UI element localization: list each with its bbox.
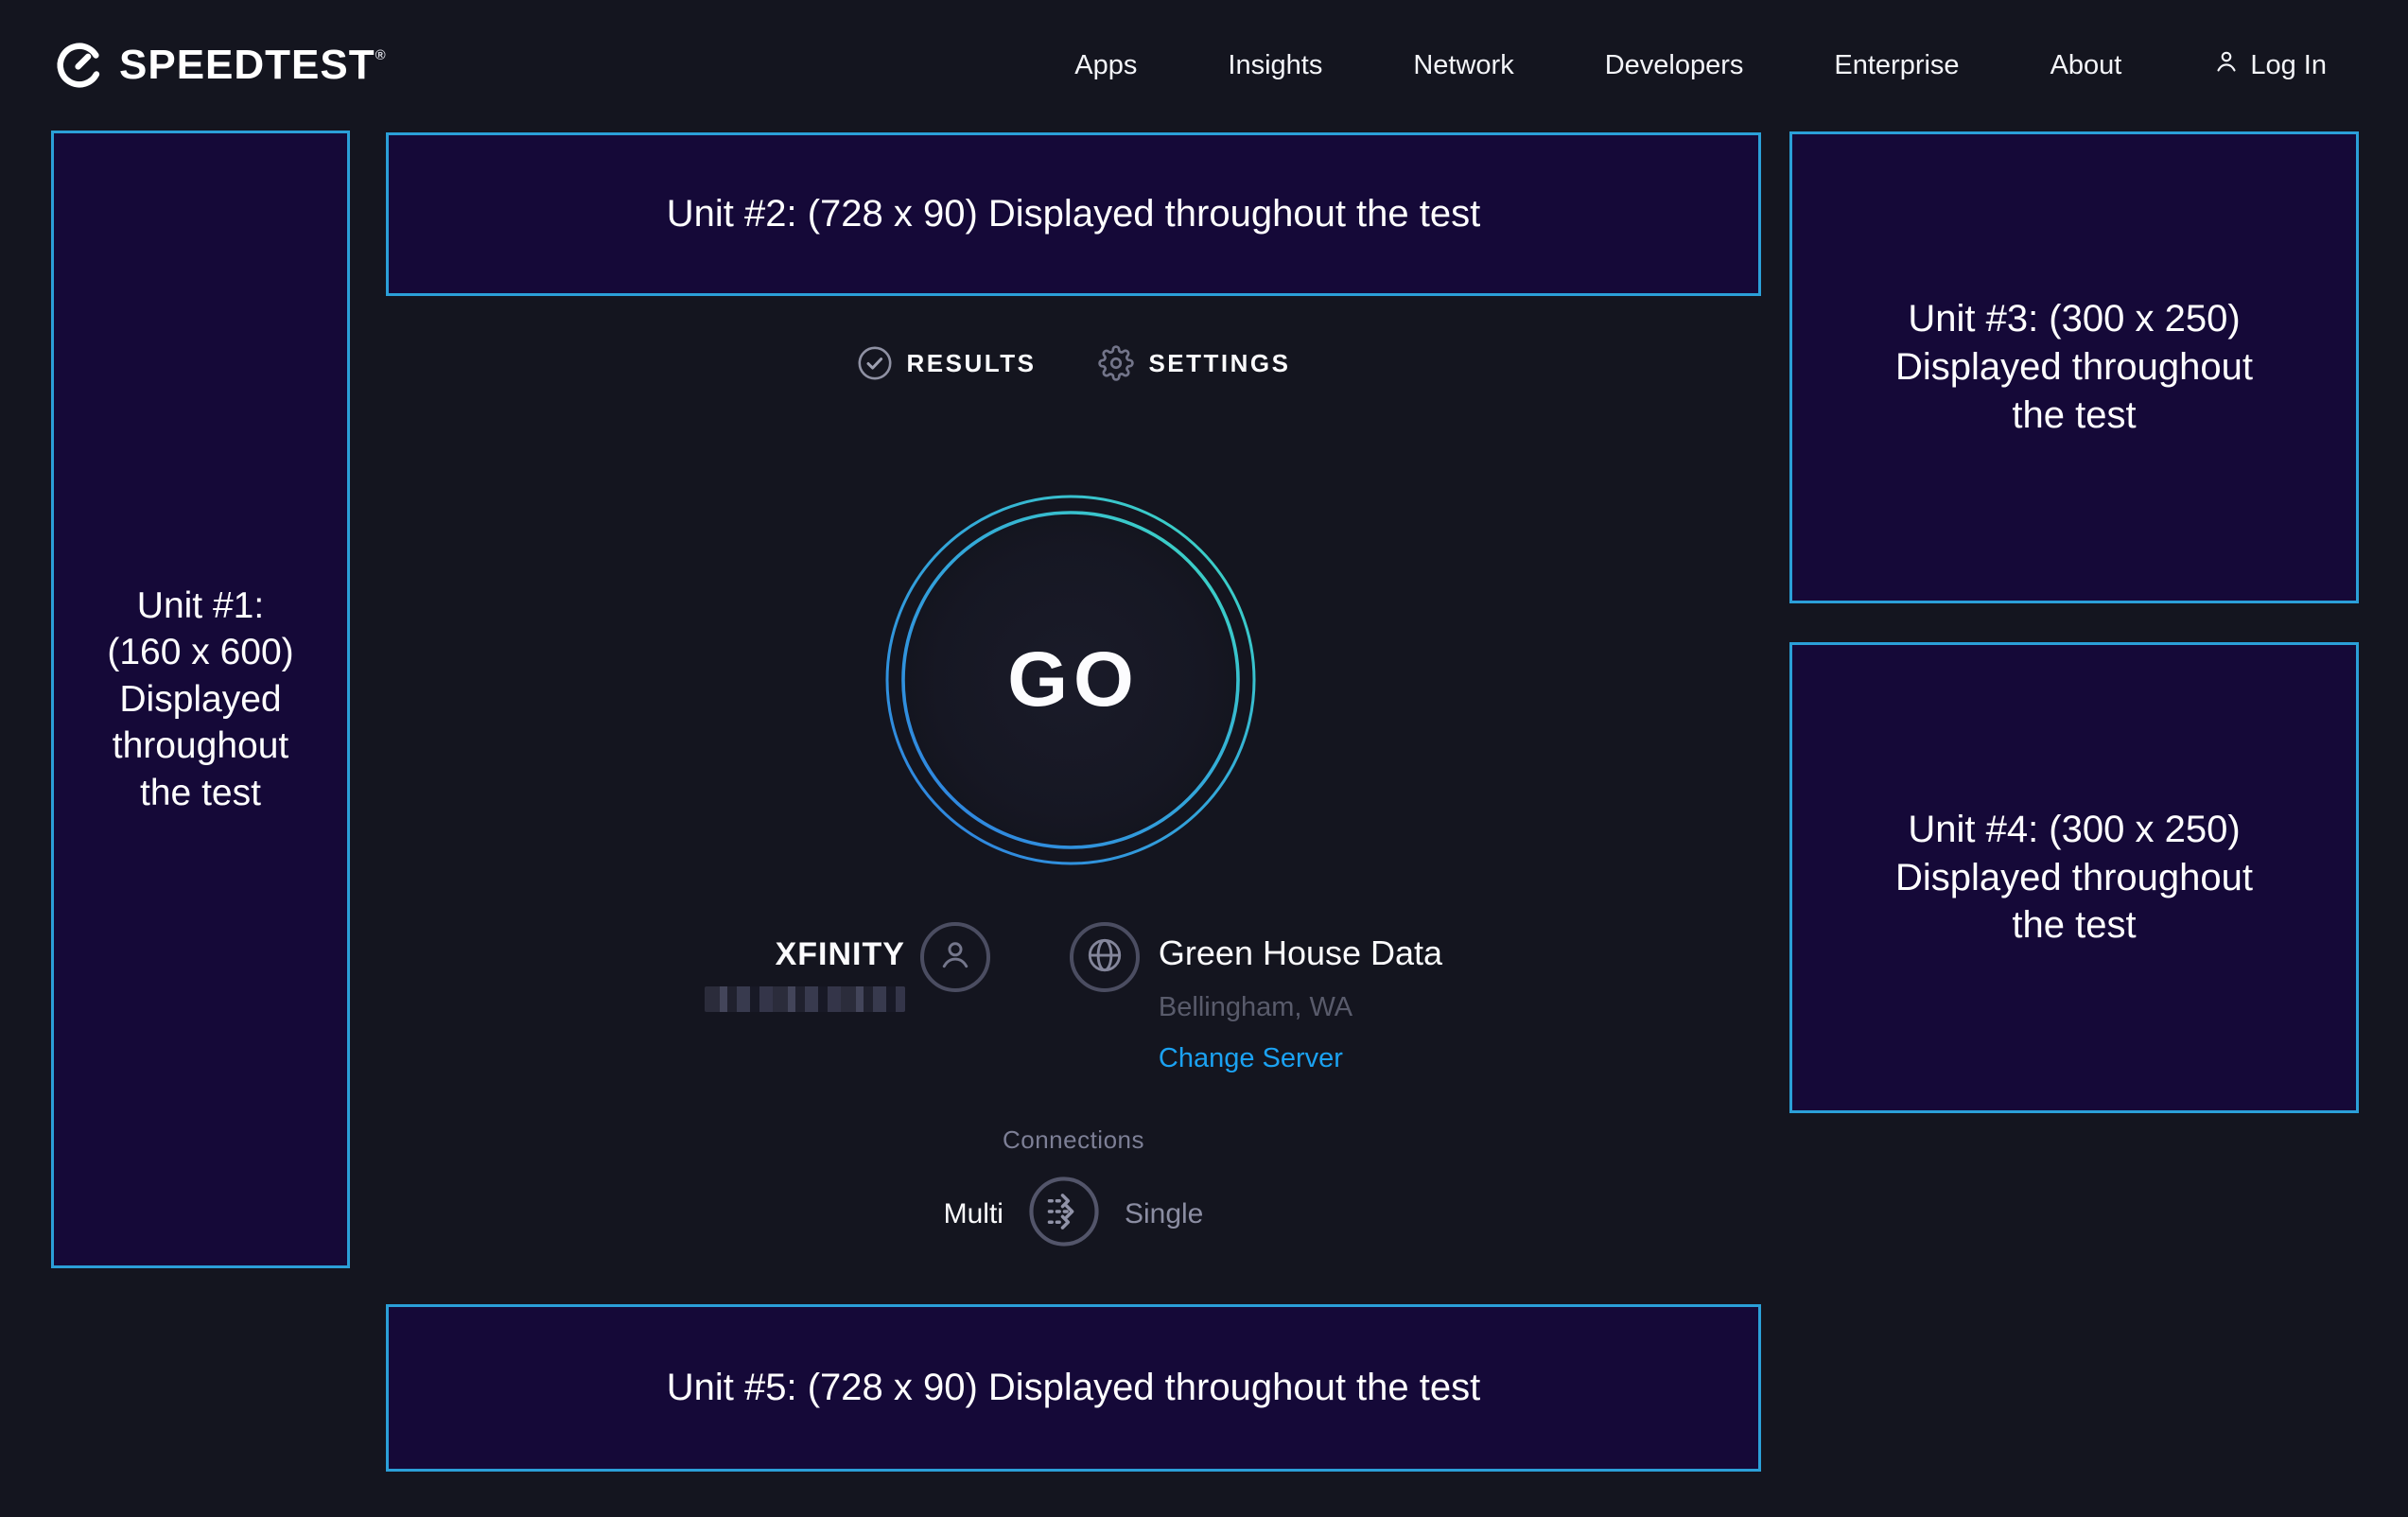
connections-multi-option[interactable]: Multi xyxy=(944,1198,1003,1230)
server-block: Green House Data Bellingham, WA Change S… xyxy=(1159,922,1442,1072)
ad-unit-5-text: Unit #5: (728 x 90) Displayed throughout… xyxy=(667,1364,1481,1412)
connections-label: Connections xyxy=(1003,1125,1144,1155)
check-circle-icon xyxy=(857,345,893,381)
ad-unit-3-text: Unit #3: (300 x 250) Displayed throughou… xyxy=(1895,295,2253,439)
tab-results-label: RESULTS xyxy=(907,349,1037,378)
server-location: Bellingham, WA xyxy=(1159,994,1442,1021)
person-icon xyxy=(934,934,976,981)
ad-unit-3-rectangle[interactable]: Unit #3: (300 x 250) Displayed throughou… xyxy=(1789,131,2359,603)
ad-unit-5-leaderboard[interactable]: Unit #5: (728 x 90) Displayed throughout… xyxy=(386,1304,1761,1472)
isp-block: XFINITY xyxy=(705,936,905,1012)
connection-info-row: XFINITY Green House Data Bellingham, WA … xyxy=(386,922,1761,1072)
gear-icon xyxy=(1098,345,1134,381)
go-button[interactable]: GO xyxy=(885,495,1256,865)
connections-single-option[interactable]: Single xyxy=(1125,1198,1203,1230)
tab-settings[interactable]: SETTINGS xyxy=(1098,345,1290,381)
ad-unit-2-text: Unit #2: (728 x 90) Displayed throughout… xyxy=(667,190,1481,238)
nav-menu: Apps Insights Network Developers Enterpr… xyxy=(1074,47,2327,83)
nav-item-enterprise[interactable]: Enterprise xyxy=(1834,50,1959,81)
view-tabs: RESULTS SETTINGS xyxy=(386,333,1761,393)
isp-ip-redacted xyxy=(705,986,905,1012)
ad-unit-4-rectangle[interactable]: Unit #4: (300 x 250) Displayed throughou… xyxy=(1789,642,2359,1113)
ad-unit-4-text: Unit #4: (300 x 250) Displayed throughou… xyxy=(1895,806,2253,950)
ad-unit-1-text: Unit #1: (160 x 600) Displayed throughou… xyxy=(107,583,293,817)
user-icon xyxy=(2212,47,2241,83)
connections-toggle-row: Multi Single xyxy=(944,1176,1204,1252)
nav-item-insights[interactable]: Insights xyxy=(1228,50,1322,81)
multi-connection-icon[interactable] xyxy=(1028,1176,1100,1252)
globe-icon xyxy=(1083,933,1126,982)
go-label: GO xyxy=(885,495,1256,865)
ad-unit-1-skyscraper[interactable]: Unit #1: (160 x 600) Displayed throughou… xyxy=(51,131,350,1268)
server-globe-circle xyxy=(1070,922,1140,992)
speedometer-icon xyxy=(53,39,106,92)
top-nav: SPEEDTEST® Apps Insights Network Develop… xyxy=(0,0,2408,131)
isp-name: XFINITY xyxy=(776,936,905,973)
speedtest-logo[interactable]: SPEEDTEST® xyxy=(53,39,387,92)
nav-item-about[interactable]: About xyxy=(2050,50,2122,81)
tab-results[interactable]: RESULTS xyxy=(857,345,1037,381)
isp-avatar-circle xyxy=(920,922,990,992)
nav-item-developers[interactable]: Developers xyxy=(1605,50,1744,81)
change-server-link[interactable]: Change Server xyxy=(1159,1045,1442,1072)
login-label: Log In xyxy=(2250,50,2327,81)
connections-section: Connections Multi Single xyxy=(386,1125,1761,1252)
login-button[interactable]: Log In xyxy=(2212,47,2327,83)
trademark-mark: ® xyxy=(375,47,387,63)
tab-settings-label: SETTINGS xyxy=(1148,349,1290,378)
server-name: Green House Data xyxy=(1159,936,1442,970)
ad-unit-2-leaderboard[interactable]: Unit #2: (728 x 90) Displayed throughout… xyxy=(386,132,1761,296)
logo-wordmark: SPEEDTEST® xyxy=(119,42,387,89)
nav-item-network[interactable]: Network xyxy=(1413,50,1513,81)
nav-item-apps[interactable]: Apps xyxy=(1074,50,1137,81)
